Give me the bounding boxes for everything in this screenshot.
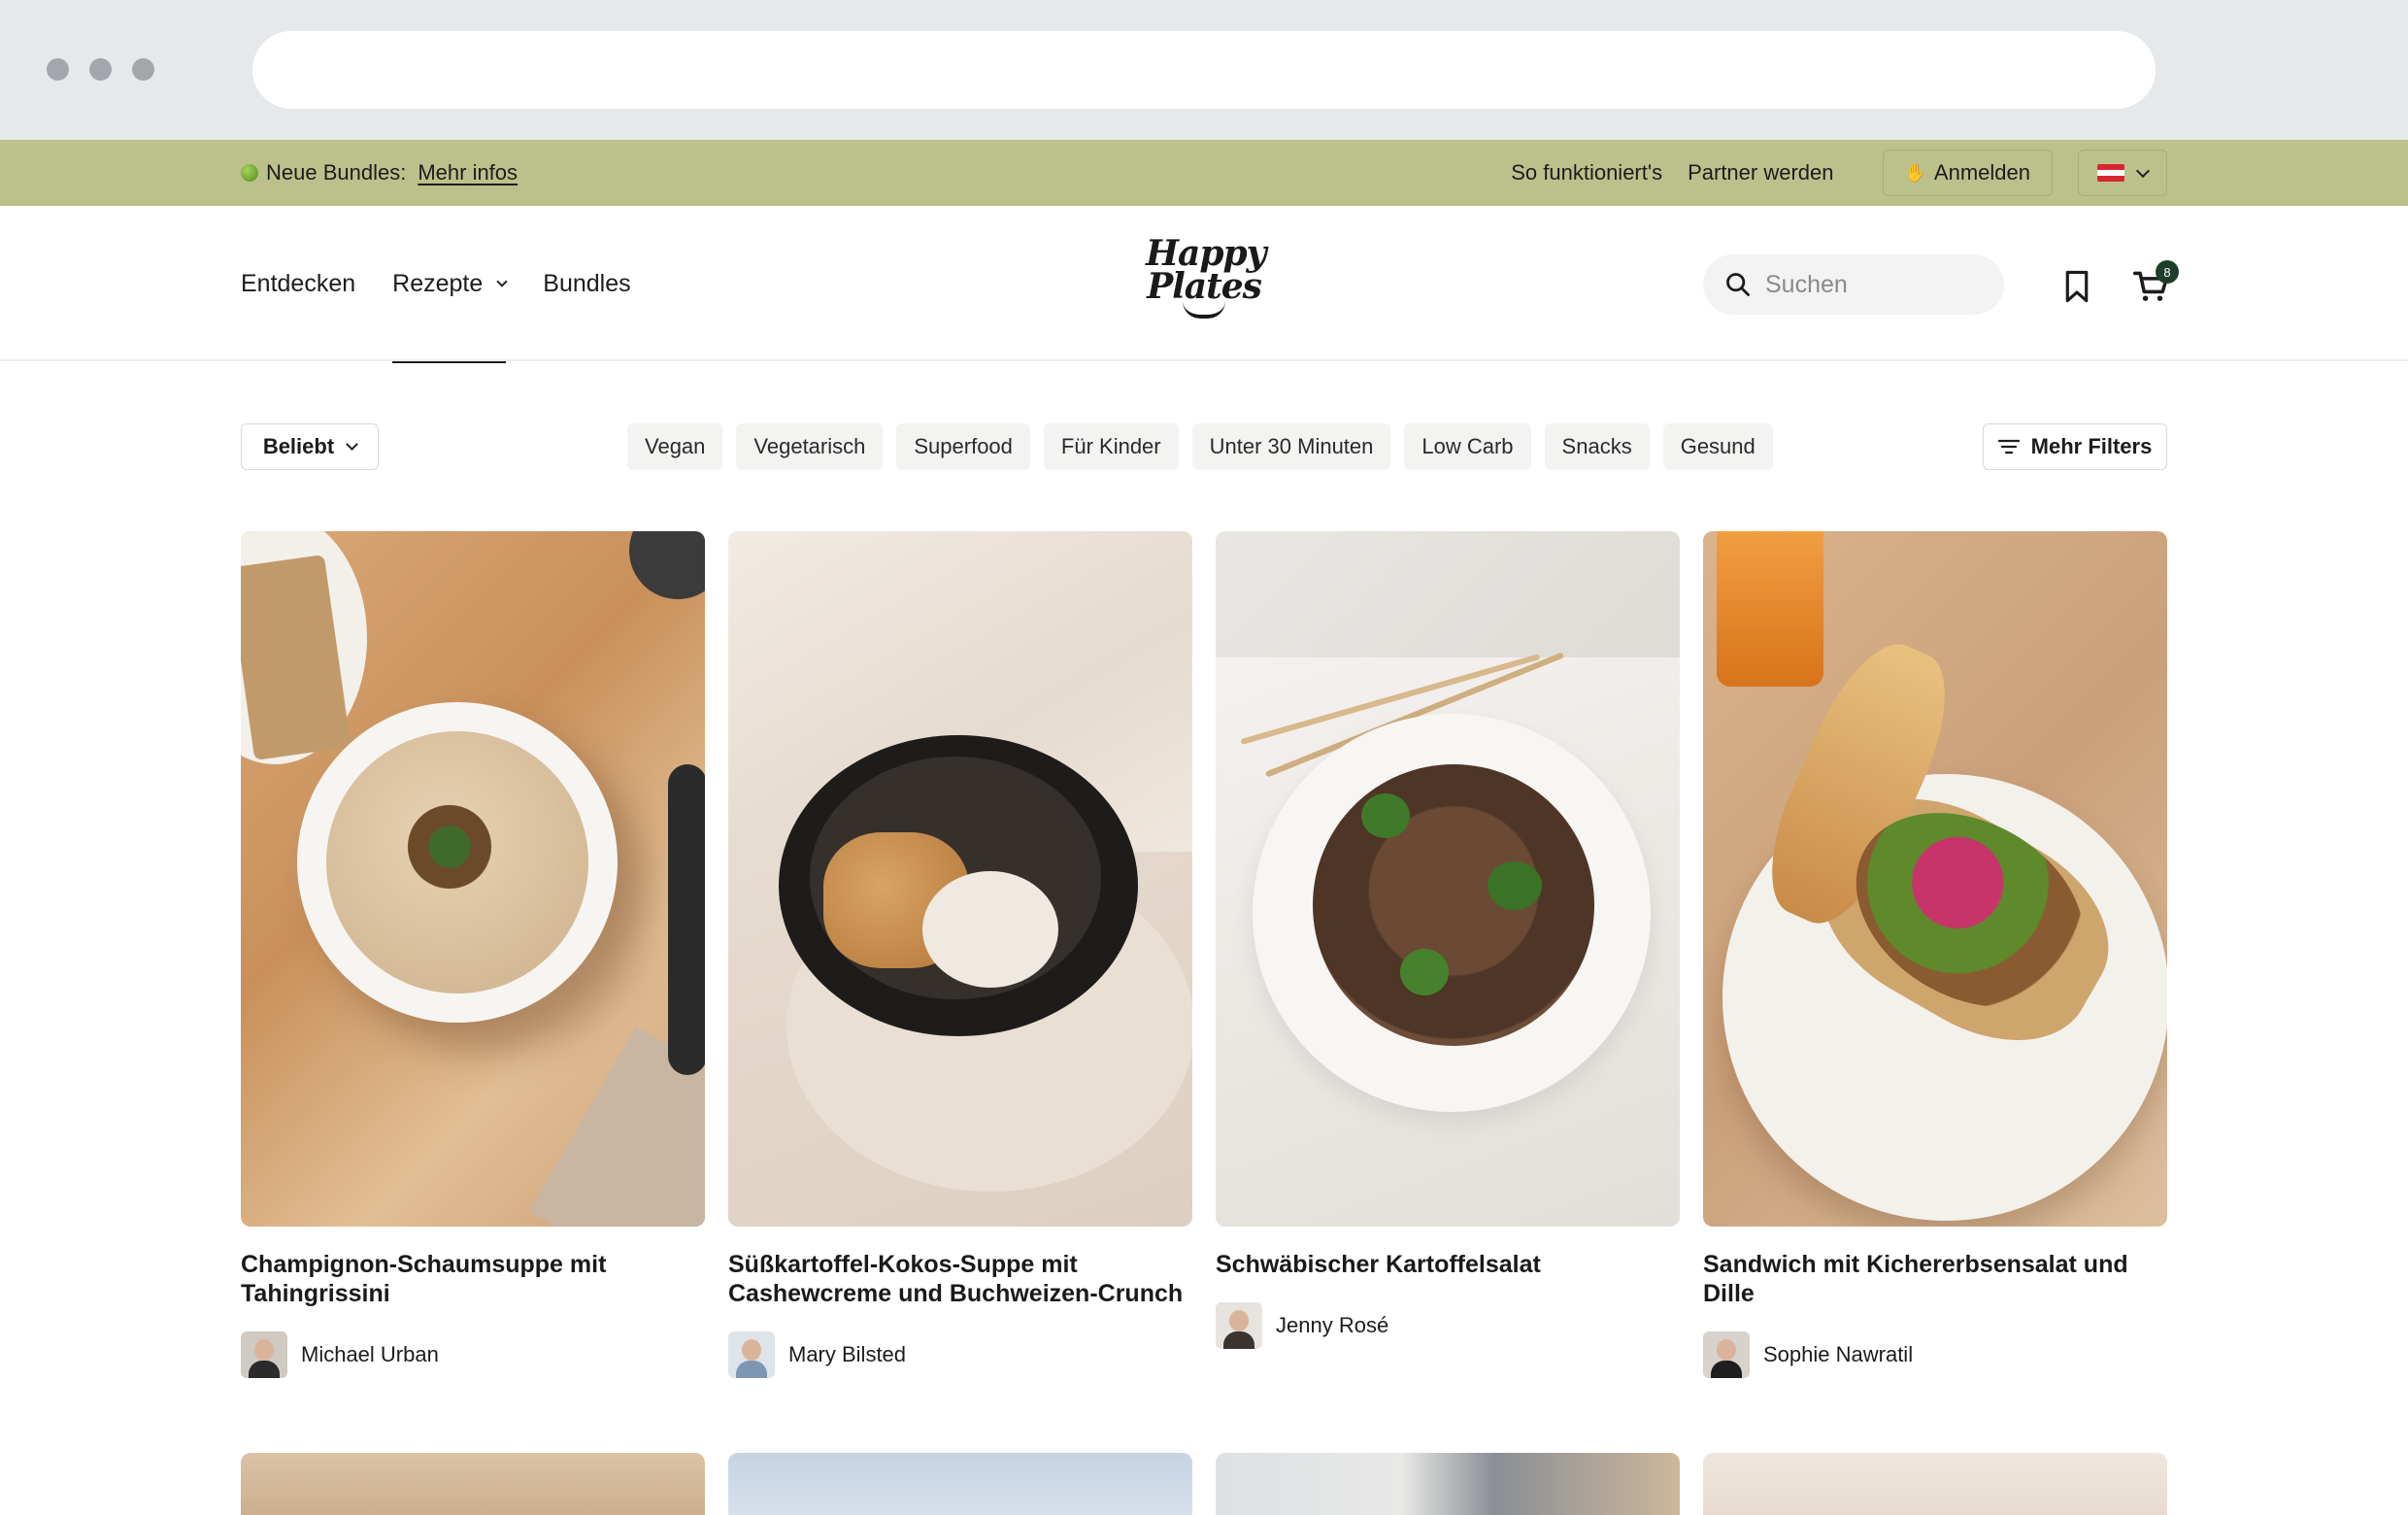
filter-chips: Vegan Vegetarisch Superfood Für Kinder U… xyxy=(627,423,1773,470)
author-name: Michael Urban xyxy=(301,1342,439,1366)
filter-lines-icon xyxy=(1997,439,2020,454)
avatar xyxy=(728,1331,775,1378)
author-name: Sophie Nawratil xyxy=(1763,1342,1914,1366)
filter-chip[interactable]: Für Kinder xyxy=(1043,423,1179,470)
window-minimize-dot[interactable] xyxy=(89,58,112,81)
recipe-image-potato-salad[interactable] xyxy=(1216,531,1680,1227)
austria-flag-icon xyxy=(2097,164,2124,182)
utility-links: So funktioniert's Partner werden ✋ Anmel… xyxy=(1511,140,2167,206)
sort-label: Beliebt xyxy=(262,434,335,458)
nav-item-entdecken[interactable]: Entdecken xyxy=(241,206,355,361)
filter-chip[interactable]: Unter 30 Minuten xyxy=(1191,423,1391,470)
avatar xyxy=(241,1331,287,1378)
announcement-bar: Neue Bundles: Mehr infos So funktioniert… xyxy=(0,140,2408,206)
recipe-image-partial[interactable] xyxy=(241,1453,705,1515)
announcement: Neue Bundles: Mehr infos xyxy=(241,140,518,206)
recipe-title[interactable]: Sandwich mit Kichererbsensalat und Dille xyxy=(1703,1250,2167,1308)
nav-item-rezepte[interactable]: Rezepte xyxy=(392,206,508,363)
browser-chrome xyxy=(0,0,2408,140)
recipe-author[interactable]: Michael Urban xyxy=(241,1331,705,1378)
recipe-author[interactable]: Jenny Rosé xyxy=(1216,1302,1680,1349)
window-close-dot[interactable] xyxy=(47,58,69,81)
nav-label: Entdecken xyxy=(241,269,356,297)
more-info-link[interactable]: Mehr infos xyxy=(418,160,518,185)
recipe-image-chickpea-sandwich[interactable] xyxy=(1703,531,2167,1227)
filter-chip[interactable]: Vegan xyxy=(627,423,723,470)
chevron-down-icon xyxy=(2135,163,2151,178)
recipe-title[interactable]: Schwäbischer Kartoffelsalat xyxy=(1216,1250,1680,1279)
main-nav: Entdecken Rezepte Bundles xyxy=(241,206,631,363)
filter-chip[interactable]: Superfood xyxy=(896,423,1030,470)
search-input[interactable] xyxy=(1765,270,1979,299)
author-name: Mary Bilsted xyxy=(788,1342,907,1366)
filter-chip[interactable]: Low Carb xyxy=(1404,423,1531,470)
chevron-down-icon xyxy=(496,275,508,287)
search-icon xyxy=(1726,273,1750,296)
nav-label: Bundles xyxy=(543,269,631,297)
recipe-card[interactable]: Champignon-Schaumsuppe mit Tahingrissini… xyxy=(241,531,705,1378)
language-selector[interactable] xyxy=(2078,150,2167,196)
apple-icon xyxy=(241,164,258,182)
recipe-card[interactable]: Sandwich mit Kichererbsensalat und Dille… xyxy=(1703,531,2167,1378)
filter-chip[interactable]: Snacks xyxy=(1544,423,1650,470)
avatar xyxy=(1216,1302,1262,1349)
filter-chip[interactable]: Gesund xyxy=(1662,423,1773,470)
login-label: Anmelden xyxy=(1933,160,2030,185)
address-bar[interactable] xyxy=(252,31,2156,109)
announcement-text: Neue Bundles: xyxy=(266,160,407,185)
recipe-title[interactable]: Süßkartoffel-Kokos-Suppe mit Cashewcreme… xyxy=(728,1250,1192,1308)
cart-count-badge: 8 xyxy=(2156,260,2179,284)
logo-line-2: Plates xyxy=(1147,266,1262,307)
recipe-image-partial[interactable] xyxy=(1703,1453,2167,1515)
recipe-image-partial[interactable] xyxy=(728,1453,1192,1515)
wave-hand-icon: ✋ xyxy=(1904,162,1926,183)
become-partner-link[interactable]: Partner werden xyxy=(1688,160,1833,185)
more-filters-label: Mehr Filters xyxy=(2030,434,2153,458)
recipe-author[interactable]: Mary Bilsted xyxy=(728,1331,1192,1378)
nav-label: Rezepte xyxy=(392,269,484,297)
main-header: Entdecken Rezepte Bundles Happy Plates 8 xyxy=(0,206,2408,363)
logo-line-1: Happy xyxy=(1146,233,1267,274)
recipe-image-mushroom-soup[interactable] xyxy=(241,531,705,1227)
recipe-image-partial[interactable] xyxy=(1216,1453,1680,1515)
recipe-image-sweet-potato-soup[interactable] xyxy=(728,531,1192,1227)
search-box[interactable] xyxy=(1703,254,2004,315)
recipe-author[interactable]: Sophie Nawratil xyxy=(1703,1331,2167,1378)
nav-item-bundles[interactable]: Bundles xyxy=(543,206,630,361)
author-name: Jenny Rosé xyxy=(1276,1313,1389,1337)
chevron-down-icon xyxy=(346,438,359,451)
recipe-card[interactable]: Süßkartoffel-Kokos-Suppe mit Cashewcreme… xyxy=(728,531,1192,1378)
recipe-title[interactable]: Champignon-Schaumsuppe mit Tahingrissini xyxy=(241,1250,705,1308)
login-button[interactable]: ✋ Anmelden xyxy=(1882,150,2053,196)
how-it-works-link[interactable]: So funktioniert's xyxy=(1511,160,1662,185)
sort-dropdown[interactable]: Beliebt xyxy=(241,423,379,470)
more-filters-button[interactable]: Mehr Filters xyxy=(1983,423,2167,470)
happy-plates-logo[interactable]: Happy Plates xyxy=(1146,233,1267,334)
window-maximize-dot[interactable] xyxy=(132,58,154,81)
bookmark-icon[interactable] xyxy=(2062,270,2091,303)
filter-chip[interactable]: Vegetarisch xyxy=(736,423,884,470)
avatar xyxy=(1703,1331,1750,1378)
recipe-card[interactable]: Schwäbischer Kartoffelsalat Jenny Rosé xyxy=(1216,531,1680,1349)
